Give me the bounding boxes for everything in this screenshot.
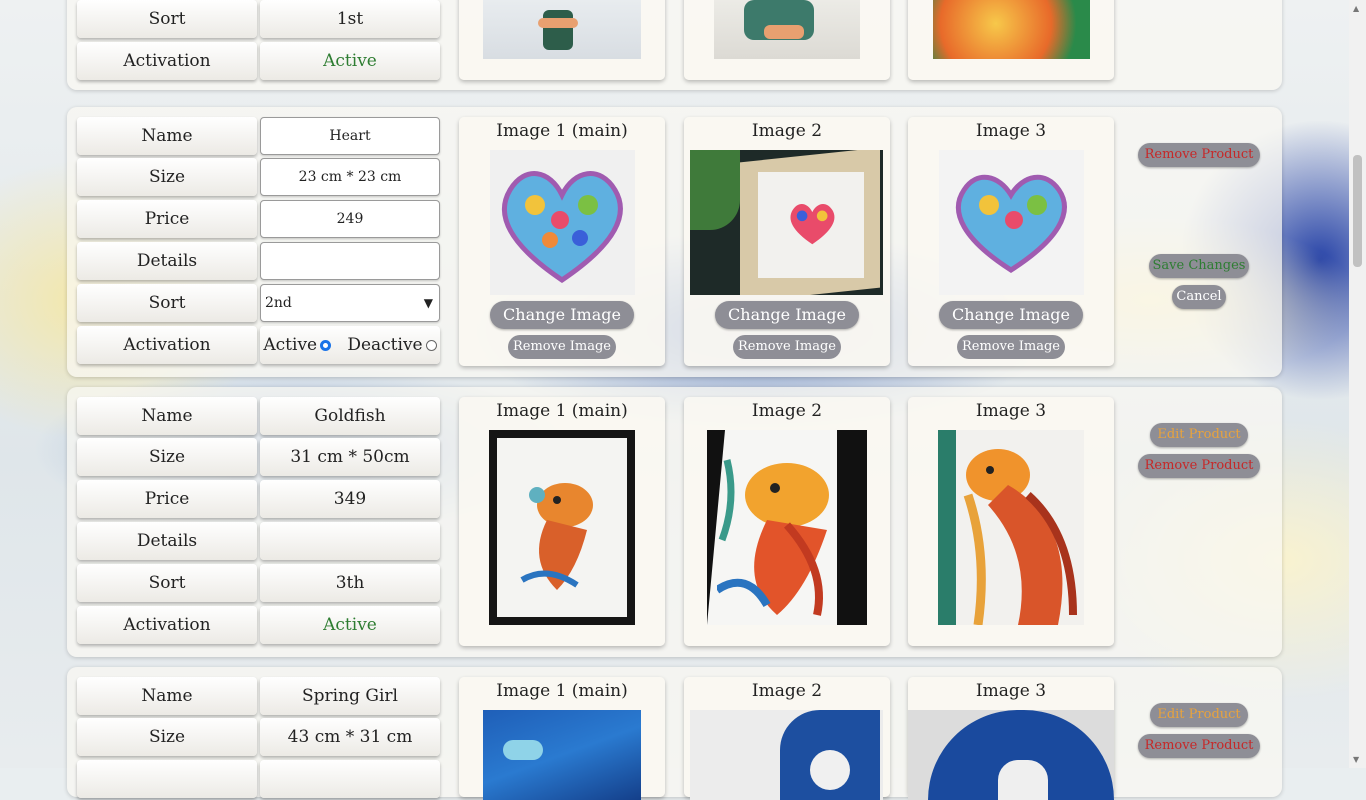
image-2-box [684, 0, 890, 80]
image-1-box: Image 1 (main) Change Image Remove Image [459, 117, 665, 366]
product-image [939, 150, 1084, 295]
product-image [707, 430, 867, 625]
image-title: Image 1 (main) [496, 681, 628, 701]
name-input[interactable]: Heart [260, 117, 440, 155]
name-value: Spring Girl [260, 677, 440, 715]
scrollbar-thumb[interactable] [1353, 155, 1362, 267]
image-3-box: Image 3 [908, 677, 1114, 800]
product-image [938, 430, 1084, 625]
image-1-box: Image 1 (main) [459, 677, 665, 800]
activation-label: Activation [77, 42, 257, 80]
product-image [690, 710, 883, 800]
active-radio[interactable] [320, 340, 332, 351]
size-label: Size [77, 158, 257, 196]
change-image-button[interactable]: Change Image [939, 301, 1083, 329]
price-value: 349 [260, 480, 440, 518]
image-3-box [908, 0, 1114, 80]
product-card-goldfish: Name Goldfish Size 31 cm * 50cm Price 34… [67, 387, 1282, 657]
activation-radio-group: Active Deactive [260, 326, 440, 364]
remove-product-button[interactable]: Remove Product [1138, 454, 1260, 478]
cancel-button[interactable]: Cancel [1172, 285, 1226, 309]
change-image-button[interactable]: Change Image [490, 301, 634, 329]
image-title: Image 3 [975, 401, 1047, 421]
size-value: 43 cm * 31 cm [260, 718, 440, 756]
sort-label: Sort [77, 284, 257, 322]
price-label: Price [77, 200, 257, 238]
product-card-heart: Name Heart Size 23 cm * 23 cm Price 249 … [67, 107, 1282, 377]
image-1-box [459, 0, 665, 80]
edit-product-button[interactable]: Edit Product [1150, 423, 1248, 447]
deactive-radio[interactable] [425, 340, 437, 351]
remove-image-button[interactable]: Remove Image [957, 335, 1065, 359]
sort-selected-value: 2nd [265, 295, 292, 311]
save-changes-button[interactable]: Save Changes [1149, 254, 1249, 278]
image-2-box: Image 2 [684, 397, 890, 646]
price-input[interactable]: 249 [260, 200, 440, 238]
change-image-button[interactable]: Change Image [715, 301, 859, 329]
name-label: Name [77, 117, 257, 155]
activation-value: Active [260, 42, 440, 80]
activation-value: Active [260, 606, 440, 644]
image-title: Image 3 [975, 121, 1047, 141]
name-value: Goldfish [260, 397, 440, 435]
remove-image-button[interactable]: Remove Image [733, 335, 841, 359]
image-title: Image 2 [751, 401, 823, 421]
size-label: Size [77, 718, 257, 756]
product-image [483, 0, 641, 59]
sort-label: Sort [77, 0, 257, 38]
image-3-box: Image 3 [908, 397, 1114, 646]
details-label: Details [77, 522, 257, 560]
image-title: Image 1 (main) [496, 401, 628, 421]
scroll-down-icon[interactable]: ▼ [1353, 755, 1359, 764]
price-label [77, 760, 257, 798]
scroll-up-icon[interactable]: ▲ [1353, 4, 1359, 13]
image-2-box: Image 2 Change Image Remove Image [684, 117, 890, 366]
remove-product-button[interactable]: Remove Product [1138, 143, 1260, 167]
name-label: Name [77, 397, 257, 435]
image-2-box: Image 2 [684, 677, 890, 800]
price-value [260, 760, 440, 798]
image-title: Image 3 [975, 681, 1047, 701]
size-label: Size [77, 438, 257, 476]
active-radio-label: Active [263, 335, 318, 355]
details-input[interactable] [260, 242, 440, 280]
sort-select[interactable]: 2nd ▼ [260, 284, 440, 322]
sort-label: Sort [77, 564, 257, 602]
image-title: Image 1 (main) [496, 121, 628, 141]
deactive-radio-label: Deactive [347, 335, 423, 355]
details-label: Details [77, 242, 257, 280]
size-value: 31 cm * 50cm [260, 438, 440, 476]
product-image [690, 150, 883, 295]
product-image [490, 150, 635, 295]
activation-label: Activation [77, 606, 257, 644]
name-label: Name [77, 677, 257, 715]
activation-label: Activation [77, 326, 257, 364]
product-card-spring-girl: Name Spring Girl Size 43 cm * 31 cm Imag… [67, 667, 1282, 800]
remove-image-button[interactable]: Remove Image [508, 335, 616, 359]
details-value [260, 522, 440, 560]
price-label: Price [77, 480, 257, 518]
image-title: Image 2 [751, 681, 823, 701]
size-input[interactable]: 23 cm * 23 cm [260, 158, 440, 196]
product-image [489, 430, 635, 625]
image-title: Image 2 [751, 121, 823, 141]
product-image [483, 710, 641, 800]
image-3-box: Image 3 Change Image Remove Image [908, 117, 1114, 366]
edit-product-button[interactable]: Edit Product [1150, 703, 1248, 727]
product-image [714, 0, 860, 59]
product-image [933, 0, 1090, 59]
chevron-down-icon: ▼ [423, 296, 433, 310]
remove-product-button[interactable]: Remove Product [1138, 734, 1260, 758]
vertical-scrollbar[interactable]: ▲ ▼ [1349, 0, 1366, 768]
product-image [908, 710, 1114, 800]
product-card-1st: Sort 1st Activation Active [67, 0, 1282, 90]
sort-value: 1st [260, 0, 440, 38]
sort-value: 3th [260, 564, 440, 602]
image-1-box: Image 1 (main) [459, 397, 665, 646]
